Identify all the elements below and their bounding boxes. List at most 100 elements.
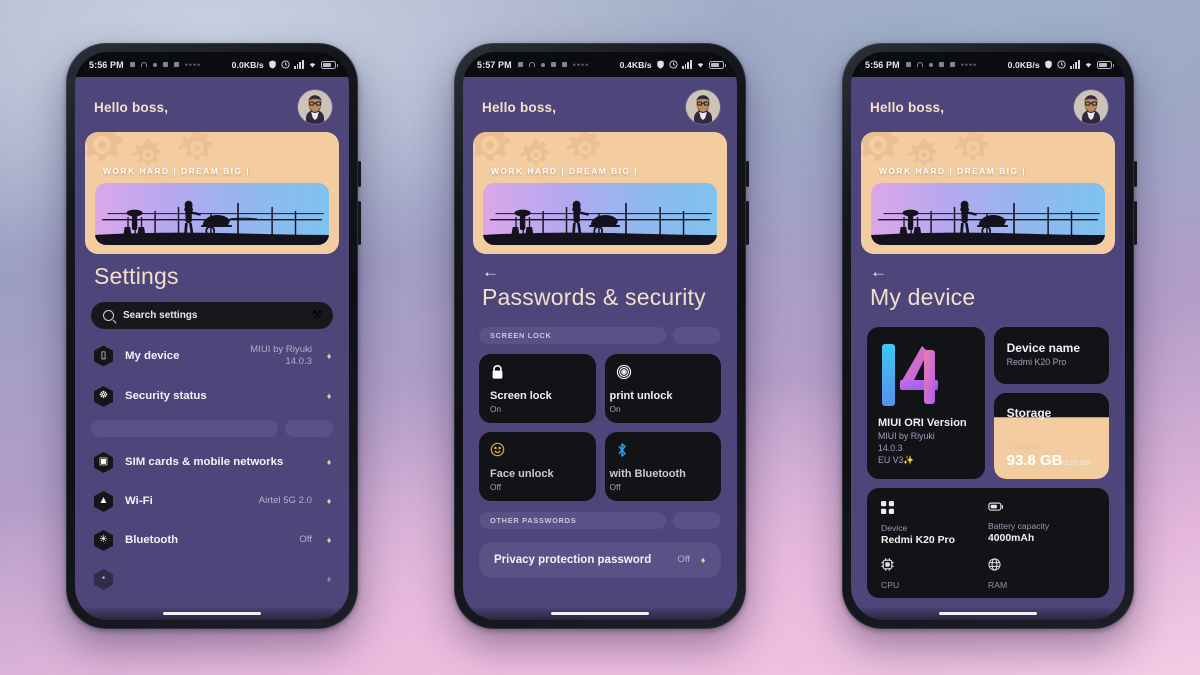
tile-status: On [490, 404, 502, 414]
passwords-scroll[interactable]: Hello boss, WORK HARD | DREAM BIG | ← Pa… [463, 77, 737, 620]
power-button[interactable] [746, 201, 749, 245]
status-notification-icons: •••• [129, 59, 202, 70]
storage-used-value: 93.8 GB/128 GB [1007, 452, 1091, 469]
cellular-signal-icon [1069, 60, 1080, 69]
row-privacy-protection-password[interactable]: Privacy protection password Off ♦ [479, 542, 721, 579]
tile-status: Off [609, 482, 621, 492]
spec-key: RAM [988, 579, 1008, 590]
avatar[interactable] [298, 90, 332, 124]
spec-ram: RAM [988, 558, 1095, 590]
tile-screen-lock[interactable]: Screen lock On [479, 354, 596, 423]
spec-device: Device Redmi K20 Pro [881, 500, 988, 546]
chevron-right-icon: ♦ [326, 391, 332, 402]
phone-mockup-stage: 5:56 PM •••• 0.0KB/s Hello boss, WORK HA… [0, 0, 1200, 675]
tile-fingerprint-unlock[interactable]: print unlock On [604, 354, 721, 423]
back-button[interactable]: ← [463, 254, 503, 280]
device-name-value: Redmi K20 Pro [1006, 357, 1067, 367]
network-speed: 0.0KB/s [231, 59, 264, 70]
cellular-signal-icon [681, 60, 692, 69]
search-settings-bar[interactable]: Search settings ⚒ [91, 302, 333, 329]
chevron-right-icon: ♦ [700, 555, 706, 566]
storage-used-number: 93.8 GB [1006, 451, 1063, 469]
settings-list-connections: ▣ SIM cards & mobile networks ♦ ▲ Wi-Fi … [75, 443, 349, 599]
phone-settings: 5:56 PM •••• 0.0KB/s Hello boss, WORK HA… [66, 43, 361, 629]
tile-face-unlock[interactable]: Face unlock Off [479, 432, 596, 501]
tile-title: Screen lock [490, 390, 552, 402]
row-label: My device [125, 349, 180, 362]
volume-button[interactable] [746, 161, 749, 187]
battery-icon [988, 501, 1095, 514]
phone-my-device: 5:56 PM •••• 0.0KB/s Hello boss, WORK HA… [842, 43, 1137, 629]
banner-slogan: WORK HARD | DREAM BIG | [491, 166, 639, 176]
home-indicator[interactable] [939, 611, 1037, 615]
spec-value: 4000mAh [988, 532, 1035, 544]
home-indicator[interactable] [551, 611, 649, 615]
section-label: SCREEN LOCK [479, 327, 666, 344]
phone-passwords-security: 5:57 PM •••• 0.4KB/s Hello boss, WORK HA… [454, 43, 749, 629]
search-input[interactable]: Search settings [123, 310, 303, 321]
power-button[interactable] [358, 201, 361, 245]
phone-screen: 5:57 PM •••• 0.4KB/s Hello boss, WORK HA… [463, 52, 737, 620]
my-device-scroll[interactable]: Hello boss, WORK HARD | DREAM BIG | ← My… [851, 77, 1125, 620]
motivation-banner: WORK HARD | DREAM BIG | [473, 132, 727, 254]
volume-button[interactable] [1134, 161, 1137, 187]
settings-row-sim-cards[interactable]: ▣ SIM cards & mobile networks ♦ [75, 443, 349, 482]
vpn-icon [1044, 60, 1053, 69]
motivation-banner: WORK HARD | DREAM BIG | [861, 132, 1115, 254]
card-device-specs[interactable]: Device Redmi K20 Pro Battery capacity 40… [867, 487, 1109, 598]
device-cards-grid: MIUI ORI Version MIUI by Riyuki 14.0.3 E… [851, 323, 1125, 479]
chevron-right-icon: ♦ [326, 535, 332, 546]
tile-status: On [609, 404, 621, 414]
wifi-icon: ▲ [94, 490, 113, 512]
right-column: Device name Redmi K20 Pro Storage Occupi… [993, 327, 1109, 479]
volume-button[interactable] [358, 161, 361, 187]
more-icon: • [94, 568, 113, 590]
card-storage[interactable]: Storage Occupied 93.8 GB/128 GB [993, 392, 1109, 479]
divider-pill-small [673, 512, 721, 529]
status-notification-icons: •••• [517, 60, 590, 70]
miui-version-details: MIUI by Riyuki 14.0.3 EU V3✨ [878, 431, 935, 465]
page-title: Passwords & security [482, 284, 706, 310]
home-indicator[interactable] [163, 611, 261, 615]
back-button[interactable]: ← [851, 254, 891, 280]
settings-row-bluetooth[interactable]: ✳ Bluetooth Off ♦ [75, 521, 349, 560]
status-overflow-dots: •••• [960, 59, 978, 70]
banner-slogan: WORK HARD | DREAM BIG | [879, 166, 1027, 176]
settings-row-my-device[interactable]: ▯ My device MIUI by Riyuki 14.0.3 ♦ [75, 335, 349, 377]
status-bar: 5:56 PM •••• 0.0KB/s [75, 52, 349, 77]
settings-row-partial[interactable]: • ♦ [75, 560, 349, 599]
power-button[interactable] [1134, 201, 1137, 245]
spec-battery: Battery capacity 4000mAh [988, 501, 1095, 546]
status-overflow-dots: •••• [184, 59, 202, 70]
card-device-name[interactable]: Device name Redmi K20 Pro [993, 327, 1109, 384]
banner-slogan: WORK HARD | DREAM BIG | [103, 166, 251, 176]
chevron-right-icon: ♦ [326, 574, 332, 585]
wifi-icon [308, 60, 317, 69]
phone-icon: ▯ [94, 345, 113, 367]
settings-row-security-status[interactable]: ☸ Security status ♦ [75, 377, 349, 416]
lock-icon [490, 364, 585, 381]
settings-scroll[interactable]: Hello boss, WORK HARD | DREAM BIG | Sett… [75, 77, 349, 620]
battery-icon [709, 60, 726, 69]
avatar[interactable] [1074, 90, 1108, 124]
tile-unlock-with-bluetooth[interactable]: with Bluetooth Off [604, 432, 721, 501]
chip-icon [881, 500, 988, 516]
greeting-text: Hello boss, [94, 99, 169, 115]
hammer-and-pick-icon[interactable]: ⚒ [312, 310, 322, 321]
storage-title: Storage [1006, 405, 1052, 420]
vpn-icon [268, 60, 277, 69]
bluetooth-icon [616, 442, 711, 459]
spec-key: Device [881, 522, 908, 533]
app-content: Hello boss, [75, 77, 349, 620]
fingerprint-icon [616, 364, 711, 381]
settings-row-wifi[interactable]: ▲ Wi-Fi Airtel 5G 2.0 ♦ [75, 482, 349, 521]
avatar[interactable] [686, 90, 720, 124]
card-miui-version[interactable]: MIUI ORI Version MIUI by Riyuki 14.0.3 E… [867, 327, 985, 479]
row-label: Security status [125, 390, 207, 403]
wifi-icon [696, 60, 705, 69]
spec-key: Battery capacity [988, 520, 1050, 531]
section-label: OTHER PASSWORDS [479, 512, 666, 529]
miui-14-logo [878, 339, 974, 411]
cellular-signal-icon [293, 60, 304, 69]
row-label: Privacy protection password [494, 554, 652, 566]
